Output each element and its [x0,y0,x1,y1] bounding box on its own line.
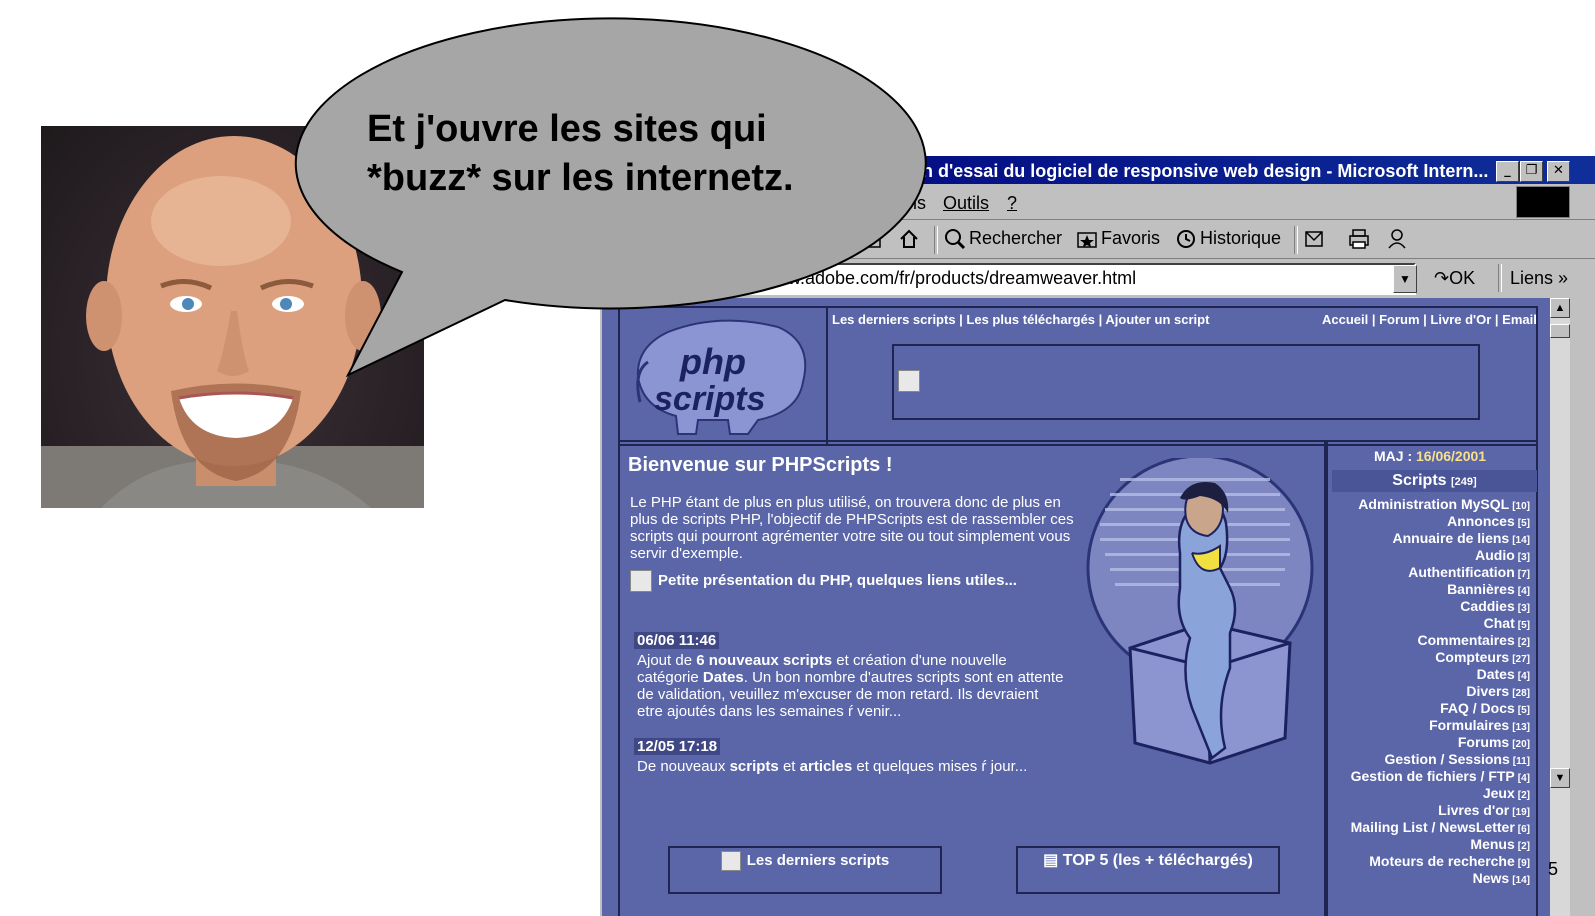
slide-page-number: 5 [1548,859,1559,879]
speech-bubble-text: Et j'ouvre les sites qui *buzz* sur les i… [367,105,794,203]
speech-line-2: *buzz* sur les internetz. [367,157,794,199]
speech-line-1: Et j'ouvre les sites qui [367,108,767,150]
speech-bubble [294,17,927,378]
